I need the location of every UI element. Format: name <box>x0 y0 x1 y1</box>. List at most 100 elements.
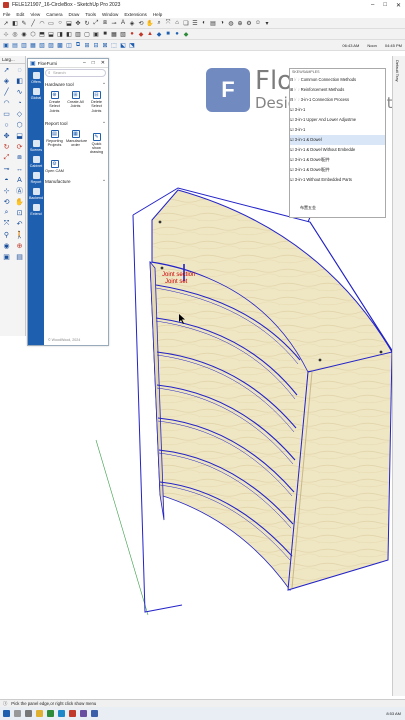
pushpull-tool-icon[interactable]: ⬓ <box>14 131 25 141</box>
windows-taskbar: 8:53 AM <box>0 707 405 720</box>
rect-tool-icon[interactable]: ▭ <box>1 109 12 119</box>
rail-item-offers[interactable]: Offers <box>28 72 44 84</box>
section-manufacture[interactable]: Manufacture ⌃ <box>45 179 106 185</box>
plugin-search-input[interactable]: ⌕ Search <box>45 69 106 77</box>
outliner-row[interactable]: ☑ 3-in-1 & Dowel Without Embedde <box>290 145 385 155</box>
outliner-row[interactable]: ⊟ 🗁 3-in-1 Connection Process <box>290 95 385 105</box>
arc-tool-icon[interactable]: ◠ <box>1 98 12 108</box>
lasso-tool-icon[interactable]: ◌ <box>14 65 25 75</box>
rail-item-scenes[interactable]: Scenes <box>28 140 44 152</box>
plugin-nav-rail: Offers Global Scenes Cabinet Report Back… <box>28 68 44 345</box>
circle-tool-icon[interactable]: ○ <box>1 120 12 130</box>
create-select-joints-button[interactable]: ⊕ Create Select Joints <box>45 91 64 113</box>
look-around-tool-icon[interactable]: ◉ <box>1 241 12 251</box>
3dtext-tool-icon[interactable]: Ⓐ <box>14 186 25 196</box>
plugin-close-button[interactable]: ✕ <box>101 60 105 66</box>
floefurni-logo-icon: F <box>206 68 250 112</box>
status-hint: Pick the panel edge,or right click show … <box>11 701 97 706</box>
scale-tool-icon[interactable]: ⤢ <box>1 153 12 163</box>
open-cam-button[interactable]: ⚙ Open CAM <box>45 159 64 173</box>
freehand-tool-icon[interactable]: ∿ <box>14 87 25 97</box>
chevron-up-icon: ⌃ <box>102 179 106 185</box>
status-info-icon: ⓘ <box>3 700 8 706</box>
manufacture-order-button[interactable]: ▦ Manufacture order <box>66 129 87 155</box>
outliner-row[interactable]: ☑ 3-in-1 Upper And Lower Adjustme <box>290 115 385 125</box>
select-tool-icon[interactable]: ➚ <box>1 65 12 75</box>
position-camera-tool-icon[interactable]: ⚲ <box>1 230 12 240</box>
browser-icon[interactable] <box>47 710 54 717</box>
protractor-tool-icon[interactable]: ◓ <box>1 175 12 185</box>
section-report-tool[interactable]: Report tool ⌃ <box>45 121 106 127</box>
zoom-window-tool-icon[interactable]: ⊡ <box>14 208 25 218</box>
section-hardware-tool[interactable]: Hardware tool ⌃ <box>45 82 106 88</box>
floefurni-plugin-panel: ▣ FloeFurni – □ ✕ Offers Global Scenes C… <box>27 58 109 346</box>
rail-item-backend[interactable]: Backend <box>28 188 44 200</box>
plugin-copyright: © WoodWood, 2024 <box>48 338 81 342</box>
outliner-row[interactable]: ☑ 3-in-1 Without Embedded Parts <box>290 175 385 185</box>
plugin-title: FloeFurni <box>37 60 58 66</box>
dimension-tool-icon[interactable]: ↔ <box>14 164 25 174</box>
sketchup-taskbar-icon[interactable] <box>69 710 76 717</box>
outliner-row[interactable]: ☑ 3-in-1 & Dowel配件 <box>290 155 385 165</box>
search-icon: ⌕ <box>48 70 51 75</box>
status-bar: ⓘ Pick the panel edge,or right click sho… <box>0 699 405 707</box>
orbit-tool-icon[interactable]: ⟲ <box>1 197 12 207</box>
search-taskbar-icon[interactable] <box>14 710 21 717</box>
axes-tool-icon[interactable]: ⊹ <box>1 186 12 196</box>
left-tool-palette: Larg... ➚ ◌ ◈ ◧ ╱ ∿ ◠ ◔ ▭ ◇ ○ ⬡ ✥ ⬓ ↻ ⟳ … <box>0 56 26 336</box>
joint-label-2: Joint set <box>165 279 188 285</box>
app-taskbar-icon[interactable] <box>80 710 87 717</box>
rail-item-extend[interactable]: Extend <box>28 204 44 216</box>
zoom-extents-tool-icon[interactable]: ⤧ <box>1 219 12 229</box>
chevron-up-icon: ⌃ <box>102 120 106 126</box>
previous-view-tool-icon[interactable]: ↶ <box>14 219 25 229</box>
rotated-rect-tool-icon[interactable]: ◇ <box>14 109 25 119</box>
default-tray[interactable]: Default Tray <box>392 56 405 696</box>
taskview-icon[interactable] <box>25 710 32 717</box>
text-tool-icon[interactable]: A <box>14 175 25 185</box>
joint-label-1: Joint section <box>162 272 195 278</box>
rail-item-report[interactable]: Report <box>28 172 44 184</box>
plugin-maximize-button[interactable]: □ <box>92 60 95 66</box>
outliner-row-selected[interactable]: ☑ 3-in-1 & Dowel <box>290 135 385 145</box>
plugin-logo-icon: ▣ <box>30 60 36 67</box>
polygon-tool-icon[interactable]: ⬡ <box>14 120 25 130</box>
section-plane-tool-icon[interactable]: ⊕ <box>14 241 25 251</box>
followme-tool-icon[interactable]: ⟳ <box>14 142 25 152</box>
tool-extra-1-icon[interactable]: ▣ <box>1 252 12 262</box>
pie-tool-icon[interactable]: ◔ <box>14 98 25 108</box>
taskbar-clock: 8:53 AM <box>386 711 401 716</box>
create-all-joints-button[interactable]: ⊞ Create All Joints <box>66 91 85 113</box>
paint-tool-icon[interactable]: ◈ <box>1 76 12 86</box>
default-tray-label: Default Tray <box>395 60 400 82</box>
tape-tool-icon[interactable]: ⊸ <box>1 164 12 174</box>
offset-tool-icon[interactable]: ⧈ <box>14 153 25 163</box>
outliner-row[interactable]: ⊟ 🗁 Common Connection Methods <box>290 75 385 85</box>
eraser-tool-icon[interactable]: ◧ <box>14 76 25 86</box>
walk-tool-icon[interactable]: 🚶 <box>14 230 25 240</box>
rail-item-global[interactable]: Global <box>28 88 44 100</box>
reporting-projects-button[interactable]: ▤ Reporting Projects <box>45 129 64 155</box>
rail-item-cabinet[interactable]: Cabinet <box>28 156 44 168</box>
explorer-icon[interactable] <box>36 710 43 717</box>
outliner-row[interactable]: ☑ 3-in-1 & Dowel配件 <box>290 165 385 175</box>
line-tool-icon[interactable]: ╱ <box>1 87 12 97</box>
tool-extra-2-icon[interactable]: ▤ <box>14 252 25 262</box>
plugin-minimize-button[interactable]: – <box>83 60 86 66</box>
place-hardware-button[interactable]: 布置五金 <box>300 205 316 211</box>
start-icon[interactable] <box>3 710 10 717</box>
quick-show-drawing-button[interactable]: ✎ Quick show drawing <box>87 132 106 155</box>
outliner-row[interactable]: ⊞ 🗁 Reinforcement Methods <box>290 85 385 95</box>
app2-taskbar-icon[interactable] <box>91 710 98 717</box>
edge-icon[interactable] <box>58 710 65 717</box>
rotate-tool-icon[interactable]: ↻ <box>1 142 12 152</box>
zoom-tool-icon[interactable]: ⌕ <box>1 208 12 218</box>
chevron-up-icon: ⌃ <box>102 82 106 87</box>
tool-palette-header: Larg... <box>0 56 25 64</box>
hardware-outliner-panel: SKEWSAMPLES ⊟ 🗁 Common Connection Method… <box>289 68 386 218</box>
move-tool-icon[interactable]: ✥ <box>1 131 12 141</box>
outliner-row[interactable]: ☑ 3-in-1 <box>290 125 385 135</box>
pan-tool-icon[interactable]: ✋ <box>14 197 25 207</box>
delete-select-joints-button[interactable]: ⊟ Delete Select Joints <box>87 91 106 113</box>
outliner-row[interactable]: ☑ 3-in-1 <box>290 105 385 115</box>
